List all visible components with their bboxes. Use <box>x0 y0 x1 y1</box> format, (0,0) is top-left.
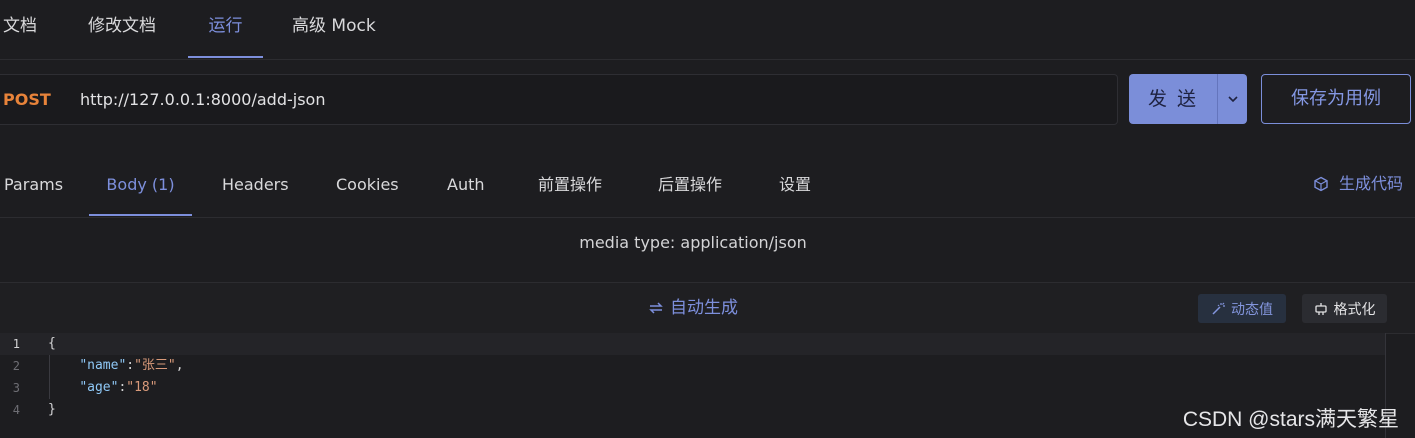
line-number: 2 <box>12 359 20 373</box>
tab-edit-docs-label: 修改文档 <box>88 16 156 36</box>
watermark: CSDN @stars满天繁星 <box>1182 408 1399 431</box>
send-button[interactable]: 发 送 <box>1129 74 1217 124</box>
doc-tabs-bar: 文档 修改文档 运行 高级 Mock <box>0 0 1415 60</box>
auto-generate-button[interactable]: 自动生成 <box>648 283 738 333</box>
tab-docs-label: 文档 <box>3 16 37 36</box>
brush-icon <box>1314 302 1327 315</box>
save-as-case-button[interactable]: 保存为用例 <box>1261 74 1411 124</box>
request-url-row: POST http://127.0.0.1:8000/add-json 发 送 … <box>0 74 1415 125</box>
format-label: 格式化 <box>1333 301 1376 318</box>
code-content: "age":"18" <box>79 380 158 395</box>
refresh-icon <box>649 302 663 314</box>
code-content: } <box>48 399 56 421</box>
tab-cookies[interactable]: Cookies <box>336 152 399 216</box>
tab-settings-label: 设置 <box>779 175 812 194</box>
dynamic-value-button[interactable]: 动态值 <box>1198 294 1286 323</box>
tab-params-label: Params <box>4 175 64 194</box>
tab-auth-label: Auth <box>447 175 485 194</box>
tab-pre-operations-label: 前置操作 <box>538 175 603 194</box>
tab-run[interactable]: 运行 <box>188 0 263 58</box>
tab-params[interactable]: Params <box>4 152 63 216</box>
code-line: 2 "name":"张三", <box>0 355 1385 377</box>
line-number: 4 <box>12 403 20 417</box>
tab-post-operations[interactable]: 后置操作 <box>658 152 722 216</box>
tab-body-underline <box>89 214 192 216</box>
code-line: 4 } <box>0 399 1385 421</box>
tab-headers-label: Headers <box>222 175 289 194</box>
code-line: 1 { <box>0 333 1385 355</box>
tab-headers[interactable]: Headers <box>222 152 289 216</box>
format-button[interactable]: 格式化 <box>1302 294 1387 323</box>
tab-edit-docs[interactable]: 修改文档 <box>88 0 156 58</box>
json-key: "age" <box>79 380 119 395</box>
dynamic-value-label: 动态值 <box>1231 301 1273 318</box>
request-tabs-bar: Params Body (1) Headers Cookies Auth 前置操… <box>0 152 1415 218</box>
json-value: "张三" <box>134 358 176 373</box>
generate-code-button[interactable]: 生成代码 <box>1313 152 1403 216</box>
tab-docs[interactable]: 文档 <box>3 0 37 58</box>
code-token: } <box>48 402 56 417</box>
generate-code-label: 生成代码 <box>1338 174 1403 193</box>
code-line: 3 "age":"18" <box>0 377 1385 399</box>
tab-run-underline <box>188 56 263 58</box>
code-content: { <box>48 333 56 355</box>
url-input[interactable]: http://127.0.0.1:8000/add-json <box>80 75 325 124</box>
code-token: , <box>175 358 184 373</box>
send-button-group: 发 送 <box>1129 74 1247 124</box>
tab-auth[interactable]: Auth <box>447 152 485 216</box>
tab-advanced-mock-label: 高级 Mock <box>292 16 376 36</box>
body-editor-toolbar: 自动生成 动态值 格式化 <box>0 282 1415 334</box>
auto-generate-row: 自动生成 <box>0 283 1386 335</box>
media-type-label: media type: application/json <box>579 233 807 252</box>
tab-run-label: 运行 <box>208 16 243 36</box>
url-input-box[interactable]: POST http://127.0.0.1:8000/add-json <box>0 74 1118 125</box>
tab-body-label: Body (1) <box>106 175 175 194</box>
auto-generate-label: 自动生成 <box>670 298 738 318</box>
tab-body[interactable]: Body (1) <box>89 152 192 216</box>
tab-settings[interactable]: 设置 <box>779 152 811 216</box>
magic-wand-icon <box>1212 302 1225 315</box>
tab-cookies-label: Cookies <box>336 175 399 194</box>
http-method-select[interactable]: POST <box>3 75 51 124</box>
tab-advanced-mock[interactable]: 高级 Mock <box>292 0 376 58</box>
tab-post-operations-label: 后置操作 <box>658 175 723 194</box>
line-number: 1 <box>12 337 20 351</box>
tab-pre-operations[interactable]: 前置操作 <box>538 152 602 216</box>
json-value: "18" <box>126 380 158 395</box>
send-dropdown-button[interactable] <box>1218 74 1247 124</box>
json-key: "name" <box>79 358 127 373</box>
cube-icon <box>1314 176 1328 192</box>
line-number: 3 <box>12 381 20 395</box>
code-content: "name":"张三", <box>79 358 184 373</box>
code-token: { <box>48 336 56 351</box>
chevron-down-icon <box>1227 95 1238 102</box>
